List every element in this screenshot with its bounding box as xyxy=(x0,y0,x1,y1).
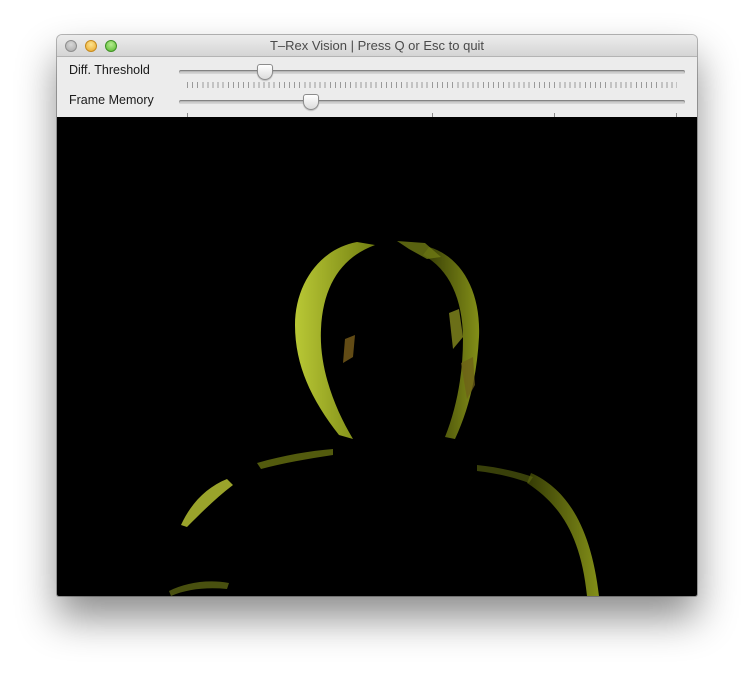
arm-edge xyxy=(169,581,229,596)
diff-threshold-track[interactable] xyxy=(179,70,685,74)
title-bar[interactable]: T–Rex Vision | Press Q or Esc to quit xyxy=(57,35,697,57)
diff-threshold-ticks xyxy=(187,82,677,88)
shoulder-line xyxy=(477,465,533,483)
frame-memory-thumb[interactable] xyxy=(302,94,319,110)
head-right-edge xyxy=(423,247,480,439)
shoulder-line xyxy=(257,449,333,469)
frame-memory-track[interactable] xyxy=(179,100,685,104)
diff-threshold-slider[interactable] xyxy=(179,61,685,81)
app-window: T–Rex Vision | Press Q or Esc to quit Di… xyxy=(57,35,697,596)
diff-threshold-thumb[interactable] xyxy=(257,64,274,80)
face-spot xyxy=(343,335,355,363)
head-left-edge xyxy=(295,242,375,439)
motion-silhouette xyxy=(169,241,599,596)
face-spot xyxy=(449,309,463,349)
window-title: T–Rex Vision | Press Q or Esc to quit xyxy=(269,38,485,53)
right-shoulder-edge xyxy=(527,473,599,596)
video-view xyxy=(57,117,697,596)
frame-memory-label: Frame Memory xyxy=(69,93,154,107)
frame-memory-slider[interactable] xyxy=(179,91,685,111)
left-shoulder-edge xyxy=(181,479,233,527)
controls-panel: Diff. Threshold Frame Memory xyxy=(57,57,697,118)
diff-threshold-label: Diff. Threshold xyxy=(69,63,150,77)
